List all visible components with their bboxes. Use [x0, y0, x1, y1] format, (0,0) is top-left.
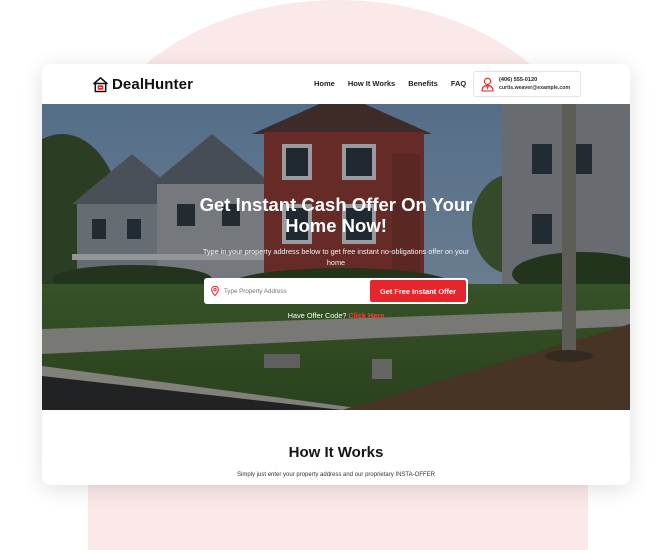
contact-details: (406) 555-0120 curtis.weaver@example.com	[499, 76, 570, 92]
hero-section: Get Instant Cash Offer On Your Home Now!…	[42, 104, 630, 410]
nav-faq[interactable]: FAQ	[451, 79, 466, 88]
logo-text: DealHunter	[112, 76, 194, 93]
nav-benefits[interactable]: Benefits	[408, 79, 438, 88]
offer-code-prompt: Have Offer Code?	[287, 311, 347, 320]
house-icon	[92, 77, 109, 93]
address-search-bar: Get Free Instant Offer	[204, 278, 468, 304]
how-it-works-title: How It Works	[288, 444, 384, 461]
hero-title: Get Instant Cash Offer On Your Home Now!	[199, 194, 473, 236]
content-fade	[42, 476, 630, 485]
logo[interactable]: DealHunter	[92, 76, 193, 93]
agent-icon	[481, 77, 494, 92]
get-free-instant-offer-button[interactable]: Get Free Instant Offer	[370, 280, 466, 302]
navbar: DealHunter Home How It Works Benefits FA…	[42, 64, 630, 104]
contact-phone[interactable]: (406) 555-0120	[499, 76, 570, 84]
contact-email[interactable]: curtis.weaver@example.com	[499, 84, 570, 92]
nav-how-it-works[interactable]: How It Works	[348, 79, 395, 88]
location-pin-icon	[211, 286, 219, 296]
property-address-input[interactable]	[224, 287, 374, 295]
hero-subtitle: Type in your property address below to g…	[202, 247, 470, 267]
nav-home[interactable]: Home	[314, 79, 335, 88]
offer-code-line: Have Offer Code? Click Here	[42, 311, 630, 320]
offer-code-link[interactable]: Click Here	[349, 311, 385, 320]
contact-box[interactable]: (406) 555-0120 curtis.weaver@example.com	[473, 71, 581, 97]
nav-links: Home How It Works Benefits FAQ	[314, 79, 479, 88]
browser-window: DealHunter Home How It Works Benefits FA…	[42, 64, 630, 485]
